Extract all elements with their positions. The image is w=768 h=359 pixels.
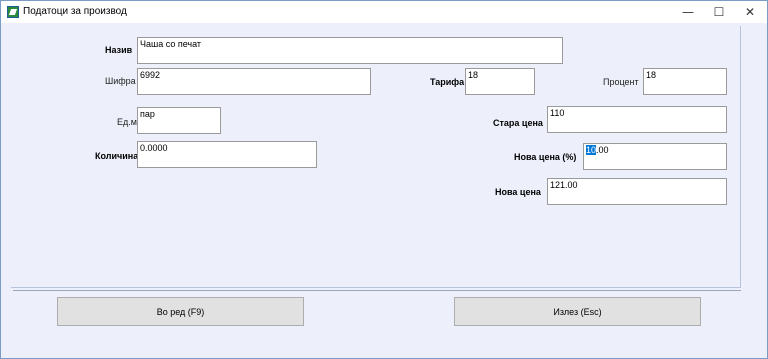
title-bar[interactable]: Податоци за производ — ☐ ✕ [1,1,767,23]
nova-cena-field[interactable]: 121.00 [547,178,727,205]
nova-cena-label: Нова цена [495,187,541,197]
kolicina-label: Количина [95,151,139,161]
stara-cena-label: Стара цена [493,118,543,128]
shifra-field[interactable]: 6992 [137,68,371,95]
nova-cena-pct-label: Нова цена (%) [514,152,577,162]
window-title: Податоци за производ [23,6,127,17]
shifra-label: Шифра [105,76,136,86]
ok-button[interactable]: Во ред (F9) [57,297,304,326]
exit-button[interactable]: Излез (Esc) [454,297,701,326]
tarifa-label: Тарифа [430,77,465,87]
tarifa-field[interactable]: 18 [465,68,535,95]
nova-cena-pct-field[interactable]: 10.00 [583,143,727,170]
maximize-icon[interactable]: ☐ [704,1,734,23]
kolicina-field[interactable]: 0.0000 [137,141,317,168]
naziv-field[interactable]: Чаша со печат [137,37,563,64]
edm-label: Ед.м [117,117,137,127]
divider [13,290,741,291]
rest-text: .00 [596,145,609,155]
close-icon[interactable]: ✕ [735,1,765,23]
stara-cena-field[interactable]: 110 [547,106,727,133]
edm-field[interactable]: пар [137,107,221,134]
procent-field[interactable]: 18 [643,68,727,95]
selected-text: 10 [586,145,597,155]
naziv-label: Назив [105,45,133,55]
product-data-window: Податоци за производ — ☐ ✕ Назив Чаша со… [0,0,768,359]
app-icon [7,6,19,18]
procent-label: Процент [603,77,639,87]
minimize-icon[interactable]: — [673,1,703,23]
